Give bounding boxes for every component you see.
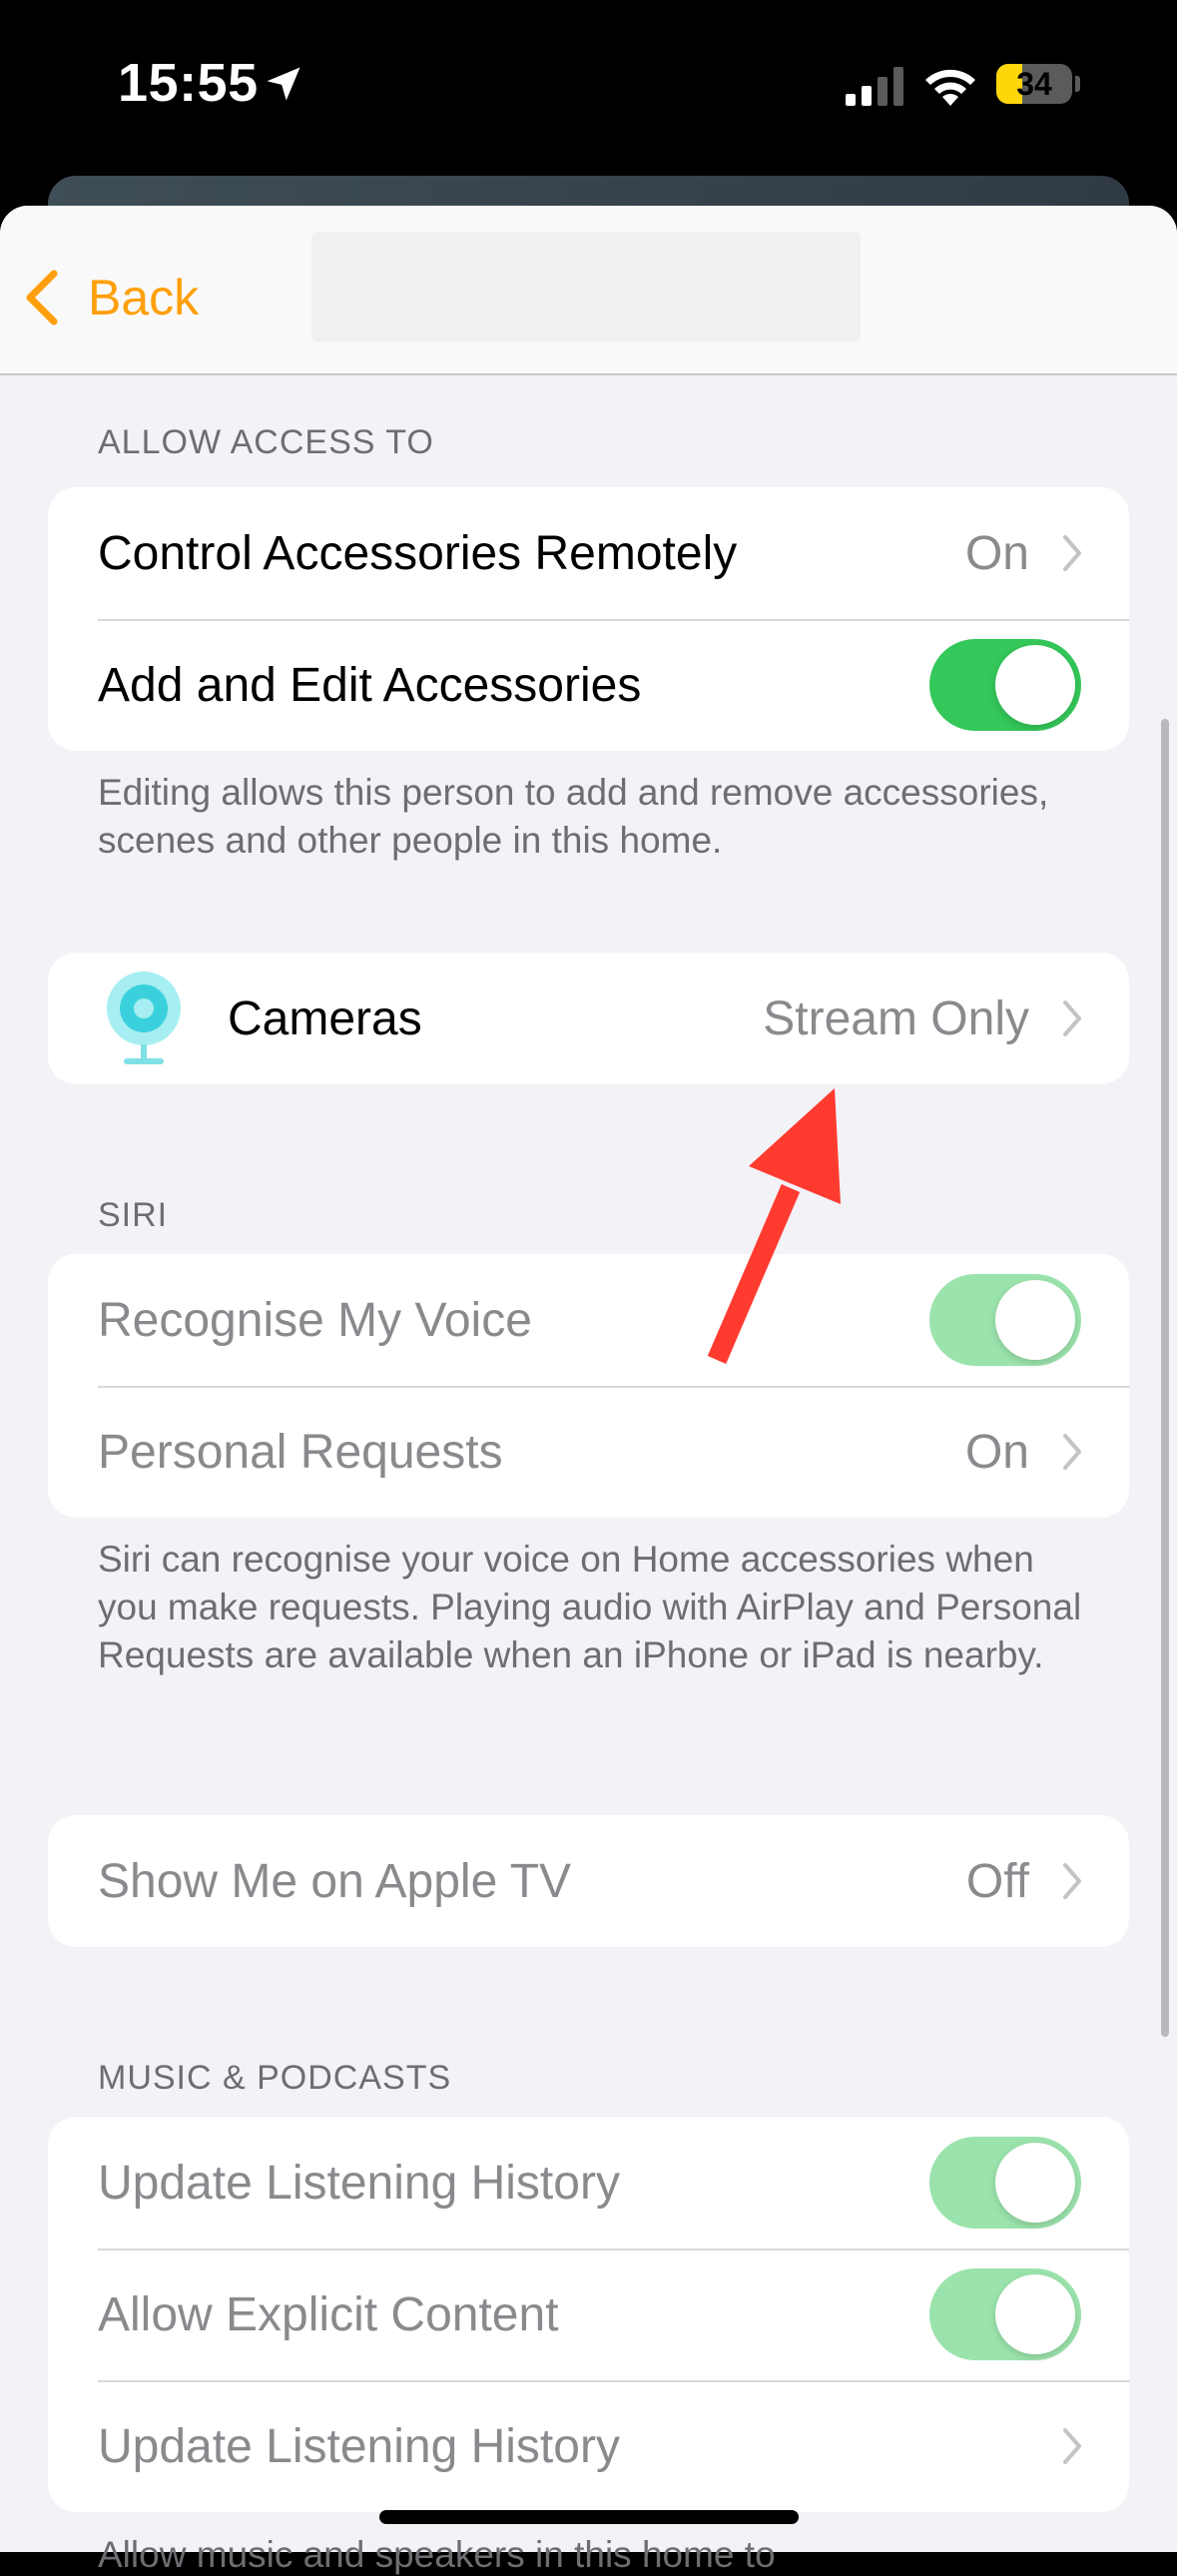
row-value: Off <box>965 1854 1029 1908</box>
row-update-listening-history-2[interactable]: Update Listening History <box>48 2380 1129 2512</box>
chevron-right-icon <box>1063 1863 1081 1899</box>
cellular-signal-icon <box>846 67 903 106</box>
back-label: Back <box>88 270 200 325</box>
row-label: Update Listening History <box>98 2156 620 2210</box>
allow-access-group: Control Accessories Remotely On Add and … <box>48 487 1129 751</box>
apple-tv-group: Show Me on Apple TV Off <box>48 1815 1129 1947</box>
add-edit-accessories-toggle[interactable] <box>929 639 1081 731</box>
section-header-music-podcasts: MUSIC & PODCASTS <box>98 2059 452 2097</box>
row-label: Recognise My Voice <box>98 1293 532 1347</box>
siri-group: Recognise My Voice Personal Requests On <box>48 1254 1129 1518</box>
section-header-allow-access: ALLOW ACCESS TO <box>98 423 434 461</box>
row-cameras[interactable]: Cameras Stream Only <box>48 953 1129 1084</box>
row-label: Update Listening History <box>98 2419 620 2473</box>
chevron-right-icon <box>1063 1434 1081 1470</box>
toggle-knob <box>995 2274 1075 2354</box>
row-label: Show Me on Apple TV <box>98 1854 572 1908</box>
row-allow-explicit-content: Allow Explicit Content <box>48 2249 1129 2380</box>
toggle-knob <box>995 1280 1075 1360</box>
nav-title-redacted <box>311 232 861 341</box>
battery-percent: 34 <box>1016 66 1052 102</box>
row-personal-requests[interactable]: Personal Requests On <box>48 1386 1129 1518</box>
toggle-knob <box>995 2143 1075 2223</box>
row-label: Add and Edit Accessories <box>98 658 642 712</box>
chevron-left-icon <box>26 270 58 325</box>
back-button[interactable]: Back <box>22 258 199 337</box>
chevron-right-icon <box>1063 2428 1081 2464</box>
wifi-icon <box>925 69 975 106</box>
section-header-siri: SIRI <box>98 1196 169 1234</box>
row-value: On <box>964 526 1029 580</box>
location-arrow-icon <box>267 67 300 101</box>
row-update-listening-history: Update Listening History <box>48 2117 1129 2249</box>
battery-nub <box>1075 76 1080 92</box>
row-control-accessories-remotely[interactable]: Control Accessories Remotely On <box>48 487 1129 619</box>
row-label: Control Accessories Remotely <box>98 526 738 580</box>
chevron-right-icon <box>1063 1000 1081 1036</box>
home-indicator[interactable] <box>379 2510 799 2524</box>
music-footer-partial: Allow music and speakers in this home to <box>98 2534 776 2575</box>
update-listening-history-toggle[interactable] <box>929 2137 1081 2229</box>
row-value: Stream Only <box>763 991 1029 1045</box>
row-value: On <box>964 1425 1029 1479</box>
settings-sheet: Back ALLOW ACCESS TO Control Accessories… <box>0 206 1177 2552</box>
row-label: Personal Requests <box>98 1425 503 1479</box>
row-show-me-on-apple-tv[interactable]: Show Me on Apple TV Off <box>48 1815 1129 1947</box>
row-recognise-my-voice: Recognise My Voice <box>48 1254 1129 1386</box>
status-bar: 15:55 34 <box>0 0 1177 180</box>
allow-explicit-content-toggle[interactable] <box>929 2268 1081 2360</box>
red-arrow-annotation <box>707 1088 841 1364</box>
battery-indicator: 34 <box>996 64 1072 104</box>
cameras-group: Cameras Stream Only <box>48 953 1129 1084</box>
toggle-knob <box>995 645 1075 725</box>
scroll-indicator[interactable] <box>1161 719 1169 2037</box>
status-time: 15:55 <box>118 53 259 113</box>
allow-access-footer: Editing allows this person to add and re… <box>98 772 1049 861</box>
camera-icon <box>107 971 181 1064</box>
row-add-edit-accessories: Add and Edit Accessories <box>48 619 1129 751</box>
chevron-right-icon <box>1063 535 1081 571</box>
row-label: Allow Explicit Content <box>98 2287 559 2341</box>
navigation-bar: Back <box>0 206 1177 375</box>
recognise-my-voice-toggle[interactable] <box>929 1274 1081 1366</box>
music-podcasts-group: Update Listening History Allow Explicit … <box>48 2117 1129 2512</box>
siri-footer: Siri can recognise your voice on Home ac… <box>98 1539 1082 1675</box>
row-label: Cameras <box>228 991 422 1045</box>
